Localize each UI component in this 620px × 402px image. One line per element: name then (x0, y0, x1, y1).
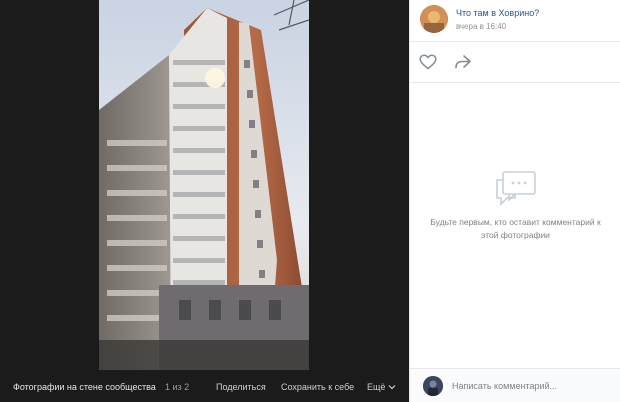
speech-bubbles-icon (495, 171, 536, 206)
photo-viewer: Фотографии на стене сообщества 1 из 2 По… (0, 0, 409, 402)
photo[interactable] (99, 0, 309, 370)
comment-input[interactable] (452, 379, 612, 393)
heart-icon (419, 54, 437, 70)
share-arrow-icon (455, 55, 471, 69)
post-header: Что там в Ховрино? вчера в 16:40 (410, 0, 620, 40)
comments-empty-state: Будьте первым, кто оставит комментарий к… (410, 170, 620, 242)
share-button[interactable] (453, 52, 473, 72)
empty-comments-text: Будьте первым, кто оставит комментарий к… (430, 217, 601, 240)
community-avatar-image (420, 5, 448, 33)
save-link[interactable]: Сохранить к себе (281, 382, 354, 392)
like-button[interactable] (418, 52, 438, 72)
post-date[interactable]: вчера в 16:40 (456, 22, 506, 31)
share-link[interactable]: Поделиться (216, 382, 266, 392)
community-name-link[interactable]: Что там в Ховрино? (456, 8, 539, 18)
viewer-bottom-bar: Фотографии на стене сообщества 1 из 2 По… (0, 372, 409, 402)
user-avatar-image (423, 376, 443, 396)
info-panel: Что там в Ховрино? вчера в 16:40 Будьте … (409, 0, 620, 402)
user-avatar[interactable] (423, 376, 443, 396)
more-label: Ещё (367, 382, 386, 392)
more-menu[interactable]: Ещё (367, 382, 396, 392)
building-photo-image (99, 0, 309, 370)
post-actions (410, 41, 620, 83)
comment-composer (410, 368, 620, 402)
community-avatar[interactable] (420, 5, 448, 33)
album-title[interactable]: Фотографии на стене сообщества (13, 382, 156, 392)
chevron-down-icon (388, 385, 396, 390)
photo-counter: 1 из 2 (165, 382, 190, 392)
